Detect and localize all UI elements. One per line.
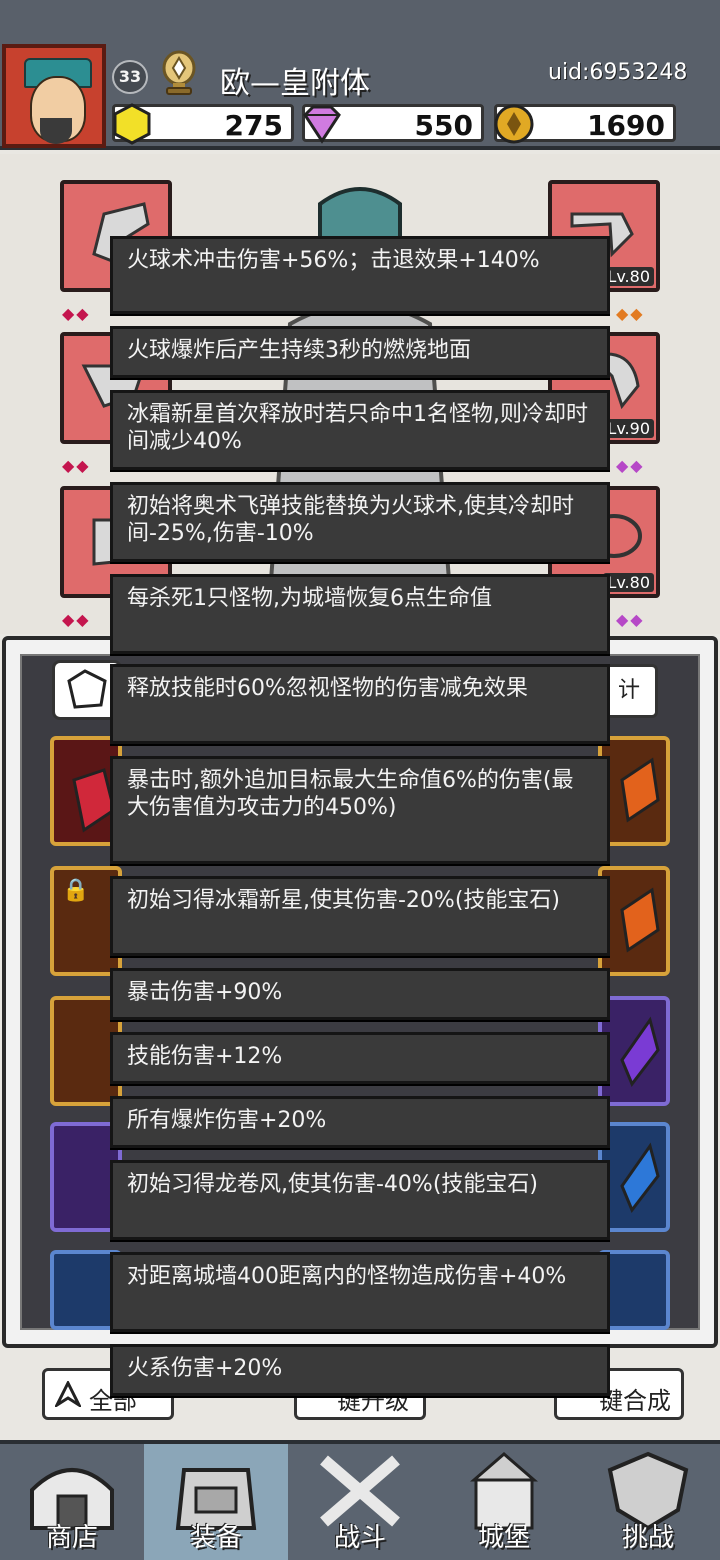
slot-stars-4: ◆◆ bbox=[616, 304, 645, 323]
gold-gem-counter[interactable]: 275 bbox=[112, 103, 294, 145]
avatar-beard bbox=[40, 118, 72, 144]
nav-equipment[interactable]: 装备 bbox=[144, 1444, 288, 1560]
slot-stars-2: ◆◆ bbox=[62, 456, 91, 475]
coin-value: 1690 bbox=[587, 109, 665, 142]
nav-castle-label: 城堡 bbox=[477, 1523, 530, 1553]
bottom-nav: 商店 装备 战斗 城堡 挑战 bbox=[0, 1440, 720, 1560]
tooltip-item: 所有爆炸伤害+20% bbox=[110, 1096, 610, 1148]
tooltip-item: 释放技能时60%忽视怪物的伤害减免效果 bbox=[110, 664, 610, 744]
tooltip-item: 对距离城墙400距离内的怪物造成伤害+40% bbox=[110, 1252, 610, 1332]
player-name: 欧—皇附体 bbox=[220, 66, 370, 101]
nav-castle[interactable]: 城堡 bbox=[432, 1444, 576, 1560]
blue-gem-icon bbox=[620, 1142, 660, 1213]
tooltip-item: 冰霜新星首次释放时若只命中1名怪物,则冷却时间减少40% bbox=[110, 390, 610, 470]
slot-stars-6: ◆◆ bbox=[616, 610, 645, 629]
orange-gem-icon bbox=[620, 757, 660, 823]
coin-icon bbox=[494, 104, 534, 144]
top-bar: 33 欧—皇附体 uid:6953248 275 550 1690 bbox=[0, 0, 720, 150]
nav-equipment-label: 装备 bbox=[189, 1523, 242, 1553]
nav-battle[interactable]: 战斗 bbox=[288, 1444, 432, 1560]
slot-level: Lv.80 bbox=[603, 267, 654, 286]
red-gem-icon bbox=[72, 768, 116, 833]
nav-shop[interactable]: 商店 bbox=[0, 1444, 144, 1560]
slot-stars-5: ◆◆ bbox=[616, 456, 645, 475]
nav-battle-label: 战斗 bbox=[333, 1523, 386, 1553]
slot-stars-1: ◆◆ bbox=[62, 304, 91, 323]
tooltip-item: 初始将奥术飞弹技能替换为火球术,使其冷却时间-25%,伤害-10% bbox=[110, 482, 610, 562]
player-level-badge: 33 bbox=[112, 60, 148, 94]
up-arrow-icon bbox=[55, 1381, 81, 1407]
tooltip-item: 初始习得冰霜新星,使其伤害-20%(技能宝石) bbox=[110, 876, 610, 956]
purple-gem-counter[interactable]: 550 bbox=[302, 104, 484, 144]
tooltip-item: 技能伤害+12% bbox=[110, 1032, 610, 1084]
tooltip-item: 暴击伤害+90% bbox=[110, 968, 610, 1020]
lock-icon: 🔒 bbox=[62, 878, 90, 903]
slot-level: Lv.90 bbox=[603, 419, 654, 438]
gold-gem-value: 275 bbox=[224, 109, 283, 142]
purple-gem-icon bbox=[620, 1016, 660, 1087]
player-uid: uid:6953248 bbox=[548, 60, 688, 85]
yellow-gem-icon bbox=[113, 103, 151, 145]
tooltip-item: 火球爆炸后产生持续3秒的燃烧地面 bbox=[110, 326, 610, 378]
nav-shop-label: 商店 bbox=[45, 1523, 98, 1553]
slot-level: Lv.80 bbox=[603, 573, 654, 592]
orange-gem-icon bbox=[620, 887, 660, 953]
nav-challenge[interactable]: 挑战 bbox=[576, 1444, 720, 1560]
player-avatar[interactable] bbox=[2, 44, 106, 148]
tooltip-item: 暴击时,额外追加目标最大生命值6%的伤害(最大伤害值为攻击力的450%) bbox=[110, 756, 610, 864]
tooltip-item: 火球术冲击伤害+56%；击退效果+140% bbox=[110, 236, 610, 314]
trophy-icon[interactable] bbox=[158, 50, 200, 96]
tooltip-item: 初始习得龙卷风,使其伤害-40%(技能宝石) bbox=[110, 1160, 610, 1240]
tooltip-item: 每杀死1只怪物,为城墙恢复6点生命值 bbox=[110, 574, 610, 654]
nav-challenge-label: 挑战 bbox=[621, 1523, 674, 1553]
purple-gem-value: 550 bbox=[414, 109, 473, 142]
slot-stars-3: ◆◆ bbox=[62, 610, 91, 629]
tooltip-item: 火系伤害+20% bbox=[110, 1344, 610, 1396]
purple-diamond-icon bbox=[303, 105, 341, 144]
coin-counter[interactable]: 1690 bbox=[494, 104, 676, 144]
